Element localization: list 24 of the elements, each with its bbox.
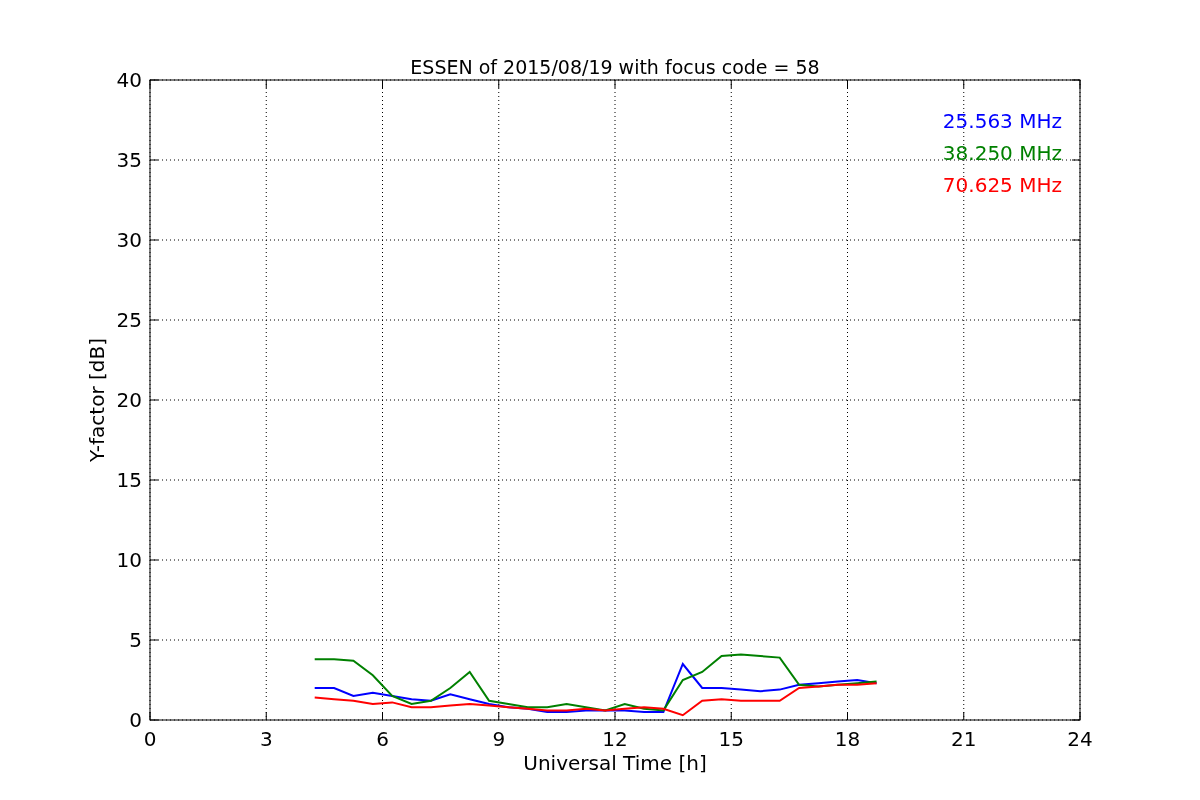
x-tick-label: 3 <box>259 727 273 751</box>
y-tick-label: 30 <box>116 228 142 252</box>
y-tick-label: 10 <box>116 548 142 572</box>
x-tick-label: 9 <box>492 727 506 751</box>
x-tick-label: 0 <box>143 727 157 751</box>
y-tick-label: 20 <box>116 388 142 412</box>
x-tick-label: 21 <box>951 727 977 751</box>
y-tick-label: 15 <box>116 468 142 492</box>
x-tick-label: 15 <box>718 727 744 751</box>
chart-title: ESSEN of 2015/08/19 with focus code = 58 <box>410 56 820 78</box>
x-tick-label: 6 <box>376 727 389 751</box>
x-axis-label: Universal Time [h] <box>523 751 707 775</box>
y-tick-label: 5 <box>129 628 142 652</box>
y-tick-label: 25 <box>116 308 142 332</box>
legend-label: 38.250 MHz <box>942 141 1062 165</box>
x-tick-label: 12 <box>602 727 628 751</box>
y-tick-label: 0 <box>129 708 142 732</box>
x-tick-label: 18 <box>834 727 861 751</box>
x-tick-label: 24 <box>1067 727 1093 751</box>
y-tick-label: 40 <box>116 68 142 92</box>
legend-label: 70.625 MHz <box>942 173 1062 197</box>
legend-label: 25.563 MHz <box>942 109 1062 133</box>
y-axis-label: Y-factor [dB] <box>85 338 109 462</box>
y-tick-label: 35 <box>116 148 142 172</box>
